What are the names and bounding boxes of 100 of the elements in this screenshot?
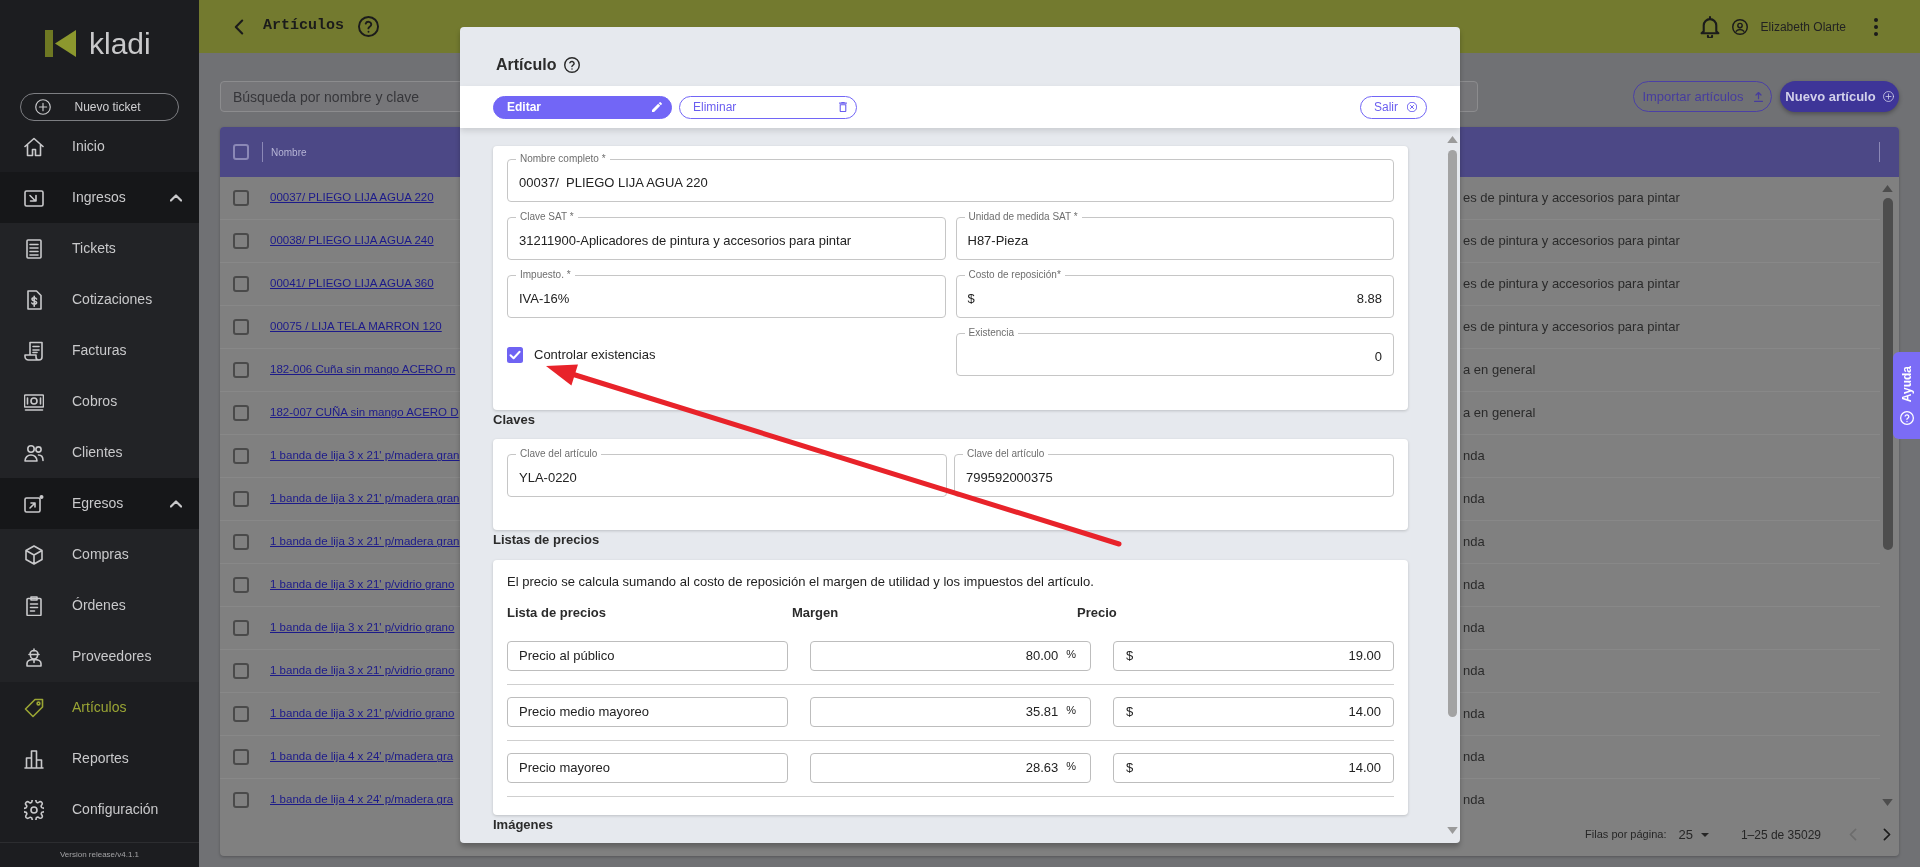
- menu-icon[interactable]: [1874, 17, 1878, 36]
- number-field[interactable]: 28.63 %: [810, 753, 1091, 783]
- banknote-icon: [24, 391, 44, 412]
- text-field[interactable]: Precio mayoreo: [507, 753, 788, 783]
- sidebar-section[interactable]: Egresos: [0, 478, 199, 529]
- text-field[interactable]: Precio medio mayoreo: [507, 697, 788, 727]
- delete-button[interactable]: Eliminar: [679, 95, 857, 119]
- people-icon: [24, 442, 44, 463]
- row-checkbox[interactable]: [233, 792, 249, 808]
- bell-icon[interactable]: [1699, 15, 1720, 38]
- table-cell-text: es de pintura y accesorios para pintar: [1463, 189, 1680, 208]
- sidebar-item[interactable]: Facturas: [0, 325, 199, 376]
- row-checkbox[interactable]: [233, 749, 249, 765]
- field-label: Costo de reposición*: [967, 270, 1062, 280]
- help-tab[interactable]: Ayuda: [1893, 352, 1920, 439]
- scroll-up-icon[interactable]: [1882, 185, 1893, 192]
- receipt-icon: [24, 340, 44, 361]
- row-checkbox[interactable]: [233, 534, 249, 550]
- select-all-checkbox[interactable]: [233, 144, 249, 160]
- row-checkbox[interactable]: [233, 233, 249, 249]
- sidebar-section[interactable]: Ingresos: [0, 172, 199, 223]
- row-checkbox[interactable]: [233, 663, 249, 679]
- row-checkbox[interactable]: [233, 276, 249, 292]
- text-field[interactable]: Unidad de medida SAT * H87-Pieza: [955, 212, 1394, 260]
- sidebar-item[interactable]: Órdenes: [0, 580, 199, 631]
- row-checkbox[interactable]: [233, 491, 249, 507]
- column-header: Nombre: [271, 145, 307, 160]
- checkbox[interactable]: [507, 347, 523, 363]
- arrow-in-box-icon: [24, 187, 44, 208]
- table-cell-text: es de pintura y accesorios para pintar: [1463, 275, 1680, 294]
- cube-icon: [24, 544, 44, 565]
- dialog-title: Artículo: [496, 55, 557, 75]
- text-field[interactable]: Existencia 0: [955, 328, 1394, 376]
- number-field[interactable]: 80.00 %: [810, 641, 1091, 671]
- number-field[interactable]: 35.81 %: [810, 697, 1091, 727]
- row-checkbox[interactable]: [233, 319, 249, 335]
- version-label: Version release/v4.1.1: [59, 849, 140, 861]
- table-cell-text: nda: [1463, 748, 1485, 767]
- row-checkbox[interactable]: [233, 620, 249, 636]
- section-heading: Claves: [493, 411, 536, 429]
- trash-icon: [839, 102, 847, 112]
- worker-icon: [24, 646, 44, 667]
- pencil-icon: [652, 102, 662, 112]
- table-cell-text: nda: [1463, 662, 1485, 681]
- number-field[interactable]: $ 14.00: [1113, 753, 1394, 783]
- text-field[interactable]: Precio al público: [507, 641, 788, 671]
- table-cell-text: nda: [1463, 447, 1485, 466]
- row-checkbox[interactable]: [233, 362, 249, 378]
- price-note: El precio se calcula sumando al costo de reposición el margen de utilidad y los impuestos del artículo.: [507, 574, 1095, 590]
- table-cell-text: es de pintura y accesorios para pintar: [1463, 232, 1680, 251]
- number-field[interactable]: $ 19.00: [1113, 641, 1394, 671]
- sidebar-item[interactable]: Proveedores: [0, 631, 199, 682]
- table-cell-text: nda: [1463, 533, 1485, 552]
- sidebar-item[interactable]: Cobros: [0, 376, 199, 427]
- text-field[interactable]: Nombre completo * 00037/ PLIEGO LIJA AGUA 220: [507, 154, 1394, 202]
- column-header: Margen: [792, 605, 839, 621]
- new-item-button[interactable]: Nuevo artículo: [1780, 81, 1899, 112]
- scroll-down-icon[interactable]: [1447, 827, 1458, 834]
- scroll-down-icon[interactable]: [1882, 799, 1893, 806]
- number-field[interactable]: $ 14.00: [1113, 697, 1394, 727]
- text-field[interactable]: Impuesto. * IVA-16%: [507, 270, 946, 318]
- sidebar-item[interactable]: Tickets: [0, 223, 199, 274]
- exit-button[interactable]: Salir: [1360, 95, 1427, 119]
- page-title: Artículos: [263, 16, 344, 37]
- row-checkbox[interactable]: [233, 577, 249, 593]
- sidebar-item[interactable]: Compras: [0, 529, 199, 580]
- caret-icon: [1700, 832, 1709, 837]
- sidebar-item[interactable]: Cotizaciones: [0, 274, 199, 325]
- text-field[interactable]: Costo de reposición* $ 8.88: [955, 270, 1394, 318]
- field-label: Clave del artículo: [519, 449, 599, 459]
- text-field[interactable]: Clave del artículo 799592000375: [954, 449, 1394, 497]
- sidebar-item[interactable]: Clientes: [0, 427, 199, 478]
- settings-icon: [24, 799, 44, 820]
- text-field[interactable]: Clave SAT * 31211900-Aplicadores de pintura y accesorios para pintar: [507, 212, 946, 260]
- plus-circle-icon: [35, 99, 51, 115]
- scroll-up-icon[interactable]: [1447, 136, 1458, 143]
- tag-icon: [24, 697, 44, 718]
- field-label: Impuesto. *: [519, 270, 572, 280]
- scrollbar-thumb[interactable]: [1882, 198, 1893, 550]
- user-name: Elizabeth Olarte: [1760, 18, 1846, 36]
- row-checkbox[interactable]: [233, 190, 249, 206]
- text-field[interactable]: Clave del artículo YLA-0220: [507, 449, 947, 497]
- scrollbar-thumb[interactable]: [1448, 150, 1457, 717]
- user-icon[interactable]: [1731, 18, 1748, 35]
- logo-text: kladi: [89, 27, 151, 60]
- house-icon: [24, 136, 44, 157]
- help-icon[interactable]: [564, 57, 581, 73]
- edit-button[interactable]: Editar: [493, 95, 672, 119]
- field-label: Nombre completo *: [519, 154, 607, 164]
- chevron-right-icon[interactable]: [1883, 828, 1891, 841]
- rows-per-page-label: Filas por página:: [1585, 827, 1667, 843]
- rows-per-page-select[interactable]: 25: [1678, 824, 1709, 845]
- back-icon[interactable]: [234, 18, 244, 35]
- section-heading: Imágenes: [493, 816, 554, 833]
- row-checkbox[interactable]: [233, 448, 249, 464]
- field-label: Clave SAT *: [519, 212, 575, 222]
- row-checkbox[interactable]: [233, 706, 249, 722]
- field-label: Existencia: [967, 328, 1016, 338]
- row-checkbox[interactable]: [233, 405, 249, 421]
- close-icon: [1407, 102, 1417, 112]
